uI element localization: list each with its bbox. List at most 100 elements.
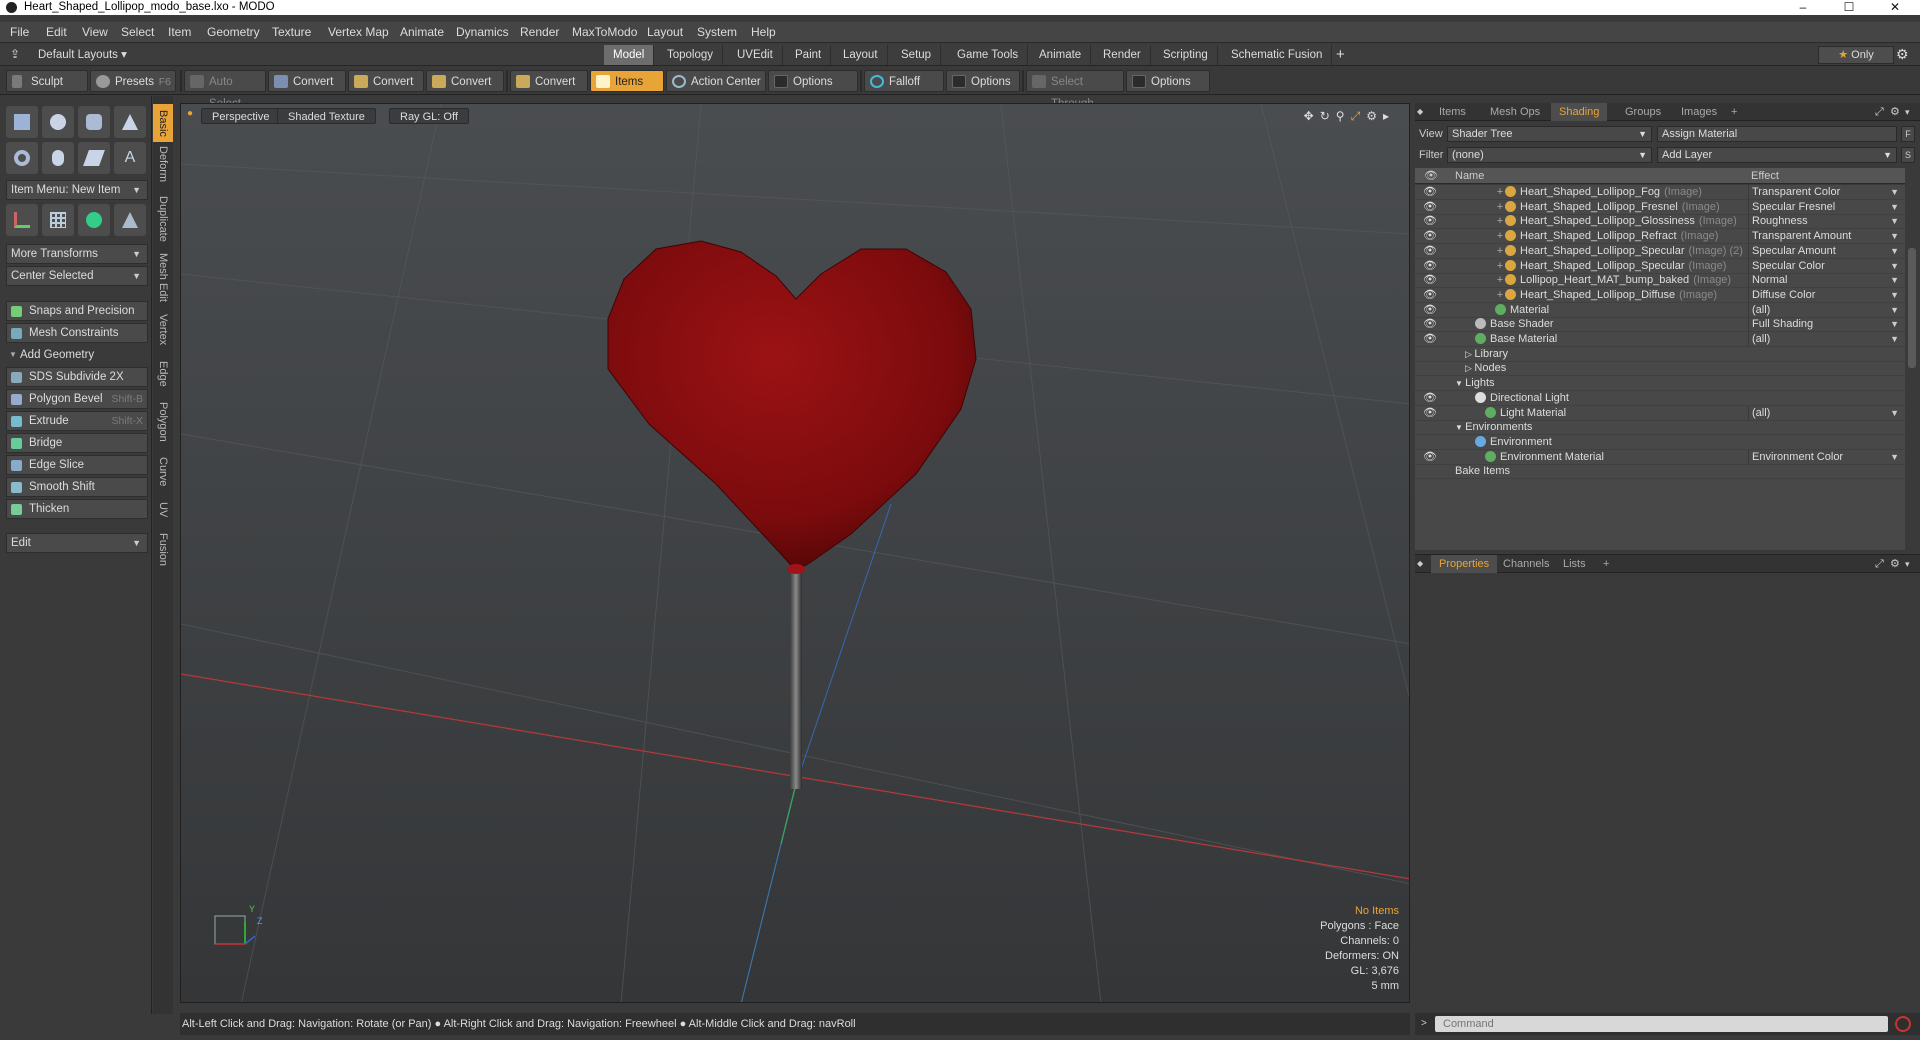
panel-menu-dot[interactable]: ◆ [1417,103,1423,121]
edge-slice-button[interactable]: Edge Slice [6,455,148,475]
convert-polygons-button[interactable]: Convert [426,70,504,92]
bridge-button[interactable]: Bridge [6,433,148,453]
tree-row[interactable]: 👁 + Heart_Shaped_Lollipop_Glossiness (Image… [1415,214,1905,230]
menu-dynamics[interactable]: Dynamics [456,22,509,43]
tab-channels[interactable]: Channels [1495,555,1557,573]
tree-item-name[interactable]: + Heart_Shaped_Lollipop_Fresnel (Image) [1495,200,1720,215]
filter-dropdown[interactable]: (none) ▼ [1447,147,1652,163]
tree-row[interactable]: ▼ Environments [1415,420,1905,436]
tree-item-name[interactable]: ▼ Lights [1455,376,1495,391]
viewport-menu-dot[interactable]: ● [187,108,193,119]
raygl-toggle[interactable]: Ray GL: Off [389,108,469,124]
minimize-button[interactable]: – [1780,0,1826,15]
tree-row[interactable]: 👁 + Heart_Shaped_Lollipop_Specular (Image) … [1415,243,1905,259]
expand-plus-icon[interactable]: + [1495,200,1505,215]
torus-icon[interactable] [6,142,38,174]
pyramid-icon[interactable] [114,204,146,236]
convert-vertices-button[interactable]: Convert [268,70,346,92]
text-tool-icon[interactable]: A [114,142,146,174]
menu-layout[interactable]: Layout [647,22,683,43]
tree-item-effect[interactable]: (all) ▼ [1748,332,1905,347]
tree-item-effect[interactable]: (all) ▼ [1748,302,1905,318]
falloff-button[interactable]: Falloff [864,70,944,92]
menu-render[interactable]: Render [520,22,559,43]
collapse-triangle-icon[interactable]: ▼ [1455,423,1465,432]
select-options-button[interactable]: Options [1126,70,1210,92]
presets-button[interactable]: Presets F6 [90,70,176,92]
action-center-options-button[interactable]: Options [768,70,858,92]
vtab-duplicate[interactable]: Duplicate [153,194,173,244]
tab-animate[interactable]: Animate [1030,45,1092,65]
collapse-triangle-icon[interactable]: ▼ [1455,379,1465,388]
tab-images[interactable]: Images [1673,103,1725,121]
menu-item[interactable]: Item [168,22,191,43]
tab-scripting[interactable]: Scripting [1154,45,1218,65]
tab-groups[interactable]: Groups [1617,103,1669,121]
column-name[interactable]: Name [1455,168,1484,184]
center-selected-dropdown[interactable]: Center Selected ▼ [6,266,148,286]
menu-help[interactable]: Help [751,22,776,43]
tree-row[interactable]: 👁 Light Material (all) ▼ [1415,405,1905,421]
falloff-options-button[interactable]: Options [946,70,1020,92]
menu-animate[interactable]: Animate [400,22,444,43]
tree-scrollbar[interactable] [1906,168,1918,550]
menu-file[interactable]: File [10,22,29,43]
visibility-eye-icon[interactable]: 👁 [1422,288,1438,303]
maximize-button[interactable]: ☐ [1826,0,1872,15]
tab-lists[interactable]: Lists [1555,555,1594,573]
tree-item-name[interactable]: Base Shader [1475,317,1554,332]
tab-topology[interactable]: Topology [658,45,724,65]
gear-icon[interactable]: ⚙ [1890,103,1900,121]
menu-view[interactable]: View [82,22,108,43]
vtab-vertex[interactable]: Vertex [153,310,173,350]
snaps-precision-button[interactable]: Snaps and Precision [6,301,148,321]
expand-plus-icon[interactable]: + [1495,214,1505,229]
mesh-constraints-button[interactable]: Mesh Constraints [6,323,148,343]
select-through-button[interactable]: Select Through [1026,70,1124,110]
vtab-uv[interactable]: UV [153,498,173,522]
tree-item-name[interactable]: Base Material [1475,332,1557,347]
rotate-icon[interactable]: ↻ [1320,109,1336,123]
tree-item-effect[interactable]: Specular Fresnel ▼ [1748,199,1905,215]
visibility-eye-icon[interactable]: 👁 [1422,391,1438,406]
menu-vertex-map[interactable]: Vertex Map [328,22,389,43]
sculpt-button[interactable]: Sculpt [6,70,88,92]
tree-row[interactable]: 👁 + Heart_Shaped_Lollipop_Fresnel (Image) Sp… [1415,199,1905,215]
expand-panel-icon[interactable]: ⤢ [1875,103,1884,121]
tab-render[interactable]: Render [1094,45,1151,65]
menu-texture[interactable]: Texture [272,22,311,43]
cone-icon[interactable] [114,106,146,138]
tree-row[interactable]: 👁 Directional Light [1415,391,1905,406]
tree-row[interactable]: 👁 Material (all) ▼ [1415,302,1905,318]
smooth-shift-button[interactable]: Smooth Shift [6,477,148,497]
visibility-eye-icon[interactable]: 👁 [1422,332,1438,347]
tree-item-name[interactable]: Directional Light [1475,391,1569,406]
more-transforms-dropdown[interactable]: More Transforms ▼ [6,244,148,264]
tree-item-name[interactable]: Light Material [1485,406,1566,421]
auto-select-button[interactable]: Auto Select [184,70,266,110]
panel-menu-dot[interactable]: ◆ [1417,555,1423,573]
tab-paint[interactable]: Paint [786,45,832,65]
tree-item-name[interactable]: + Heart_Shaped_Lollipop_Fog (Image) [1495,185,1702,200]
tree-row[interactable]: ▷ Nodes [1415,361,1905,377]
edit-dropdown[interactable]: Edit ▼ [6,533,148,553]
tree-row[interactable]: 👁 Base Material (all) ▼ [1415,332,1905,347]
gear-icon[interactable]: ⚙ [1366,109,1383,123]
fit-icon[interactable]: ⤢ [1351,109,1367,123]
vtab-polygon[interactable]: Polygon [153,398,173,446]
globe-icon[interactable] [78,204,110,236]
tree-item-effect[interactable]: Diffuse Color ▼ [1748,287,1905,303]
zoom-icon[interactable]: ⚲ [1336,109,1351,123]
tree-item-effect[interactable]: Specular Amount ▼ [1748,243,1905,259]
tab-mesh-ops[interactable]: Mesh Ops [1482,103,1548,121]
sds-subdivide-button[interactable]: SDS Subdivide 2X [6,367,148,387]
add-layer-dropdown[interactable]: Add Layer ▼ [1657,147,1897,163]
tree-item-effect[interactable]: Specular Color ▼ [1748,258,1905,274]
tab-model[interactable]: Model [604,45,655,65]
visibility-eye-icon[interactable]: 👁 [1422,185,1438,200]
record-macro-icon[interactable] [1895,1016,1911,1032]
command-input[interactable] [1435,1016,1888,1032]
tab-uvedit[interactable]: UVEdit [728,45,783,65]
expand-plus-icon[interactable]: + [1495,185,1505,200]
sphere-icon[interactable] [42,106,74,138]
